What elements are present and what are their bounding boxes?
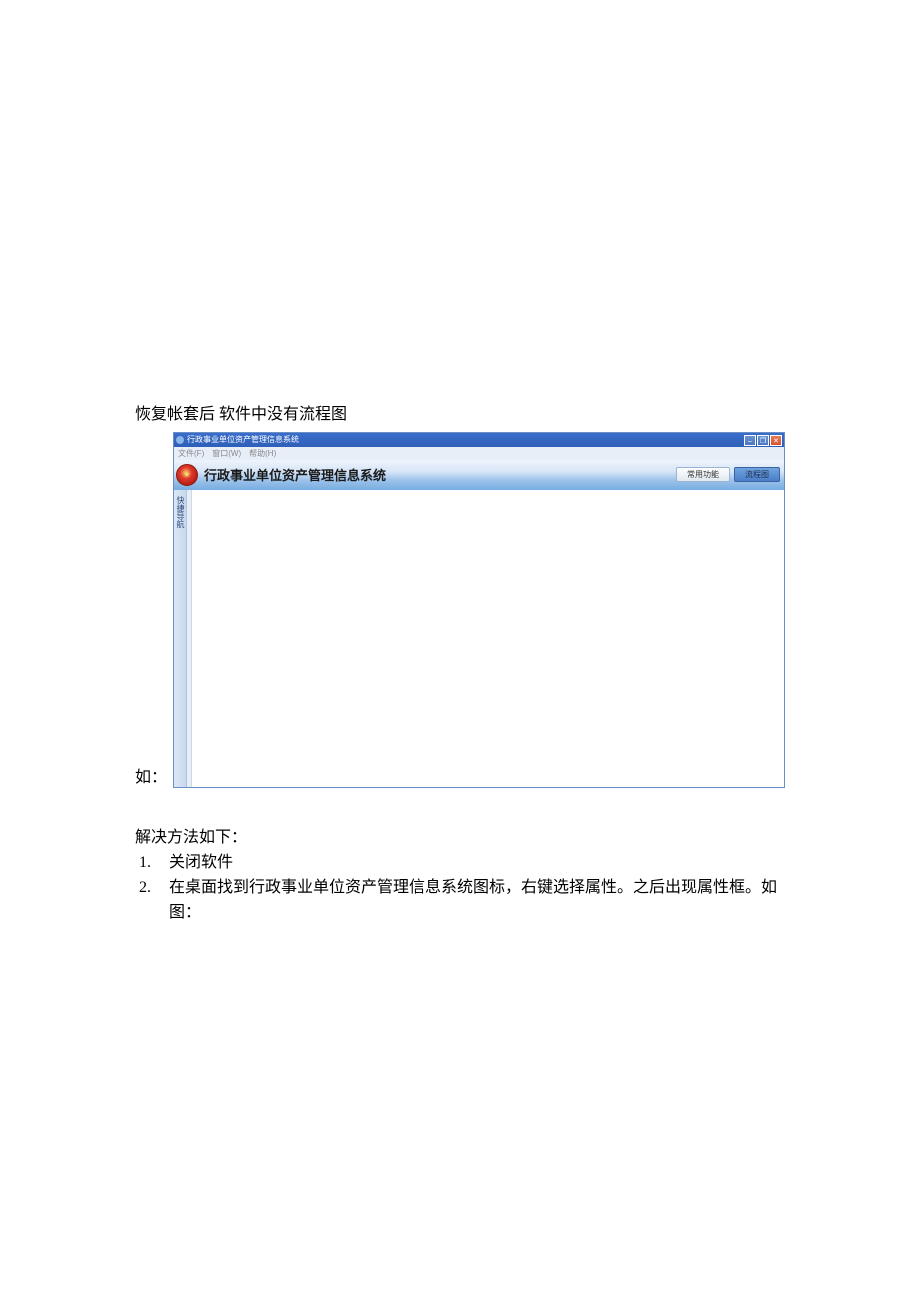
- menu-window[interactable]: 窗口(W): [212, 450, 241, 458]
- menu-help[interactable]: 帮助(H): [249, 450, 276, 458]
- solution-item-2: 在桌面找到行政事业单位资产管理信息系统图标，右键选择属性。之后出现属性框。如图：: [155, 876, 785, 926]
- national-emblem-icon: [176, 464, 198, 486]
- menubar: 文件(F) 窗口(W) 帮助(H): [174, 447, 784, 460]
- menu-file[interactable]: 文件(F): [178, 450, 204, 458]
- header-tabs: 常用功能 流程图: [676, 467, 780, 483]
- window-titlebar: 行政事业单位资产管理信息系统 – ❐ ✕: [174, 433, 784, 447]
- document-heading: 恢复帐套后 软件中没有流程图: [135, 400, 785, 424]
- document-page: 恢复帐套后 软件中没有流程图 如： 行政事业单位资产管理信息系统 – ❐ ✕ 文…: [0, 0, 920, 925]
- app-icon: [176, 436, 184, 444]
- app-body: 快捷导航: [174, 490, 784, 787]
- solution-item-1: 关闭软件: [155, 851, 785, 876]
- tab-flowchart[interactable]: 流程图: [734, 467, 780, 483]
- close-button[interactable]: ✕: [770, 435, 782, 446]
- app-title: 行政事业单位资产管理信息系统: [204, 465, 386, 484]
- maximize-button[interactable]: ❐: [757, 435, 769, 446]
- header-left: 行政事业单位资产管理信息系统: [176, 464, 386, 486]
- screenshot-row: 如： 行政事业单位资产管理信息系统 – ❐ ✕ 文件(F) 窗口(W) 帮助(H…: [135, 432, 785, 788]
- titlebar-left: 行政事业单位资产管理信息系统: [176, 436, 299, 444]
- solution-heading: 解决方法如下：: [135, 823, 785, 847]
- label-as: 如：: [135, 770, 167, 786]
- minimize-button[interactable]: –: [744, 435, 756, 446]
- tab-common-functions[interactable]: 常用功能: [676, 467, 730, 483]
- sidebar-label: 快捷导航: [176, 496, 184, 528]
- app-header: 行政事业单位资产管理信息系统 常用功能 流程图: [174, 460, 784, 490]
- solution-list: 关闭软件 在桌面找到行政事业单位资产管理信息系统图标，右键选择属性。之后出现属性…: [135, 851, 785, 925]
- app-window: 行政事业单位资产管理信息系统 – ❐ ✕ 文件(F) 窗口(W) 帮助(H) 行…: [173, 432, 785, 788]
- content-area: [187, 490, 784, 787]
- titlebar-title: 行政事业单位资产管理信息系统: [187, 436, 299, 444]
- window-controls: – ❐ ✕: [744, 435, 782, 446]
- sidebar-tab[interactable]: 快捷导航: [174, 490, 187, 787]
